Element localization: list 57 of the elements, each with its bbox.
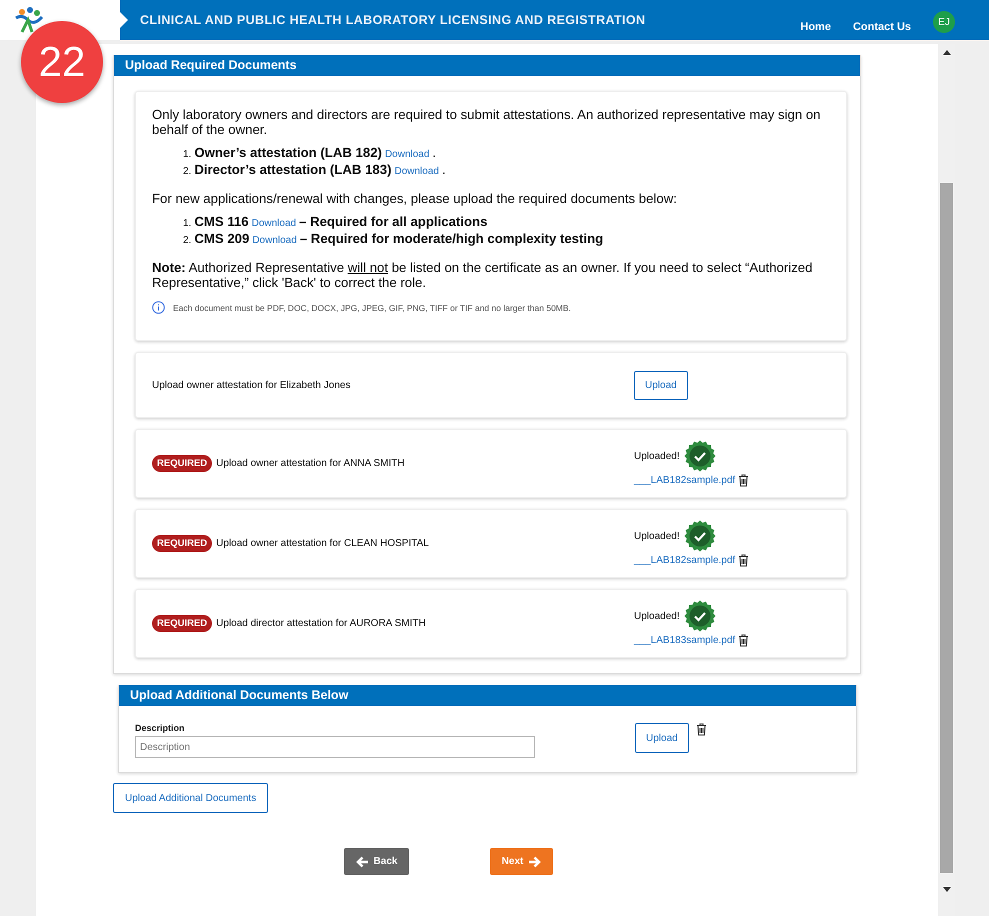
page-title: CLINICAL AND PUBLIC HEALTH LABORATORY LICENSING AND REGISTRATION bbox=[140, 13, 646, 27]
punctuation: . bbox=[442, 162, 446, 177]
back-button[interactable]: Back bbox=[344, 848, 409, 875]
punctuation: . bbox=[432, 145, 436, 160]
trash-icon[interactable] bbox=[738, 634, 750, 647]
note-text: Note: Authorized Representative will not be listed on the certificate as an owner. If you need to select “Authorized Representative,” click 'Back' to correct the role. bbox=[152, 260, 814, 290]
file-link[interactable]: ___LAB182sample.pdf bbox=[634, 475, 736, 486]
section-header: Upload Required Documents bbox=[114, 55, 860, 76]
nav-link[interactable]: Home bbox=[800, 21, 831, 33]
trash-icon[interactable] bbox=[738, 554, 750, 567]
right-arrow-icon bbox=[528, 856, 542, 868]
upload-status: Uploaded! bbox=[634, 530, 680, 542]
requirement-text: – Required for all applications bbox=[299, 214, 488, 229]
section-header: Upload Additional Documents Below bbox=[119, 685, 856, 706]
add-documents-button[interactable]: Upload Additional Documents bbox=[113, 783, 268, 813]
upload-status: Uploaded! bbox=[634, 450, 680, 462]
required-badge: REQUIRED bbox=[152, 455, 212, 472]
user-avatar[interactable]: EJ bbox=[933, 11, 955, 33]
left-arrow-icon bbox=[356, 856, 369, 868]
list-number: 1. bbox=[183, 148, 192, 162]
upload-button[interactable]: Upload bbox=[635, 723, 689, 753]
field-label: Description bbox=[135, 723, 186, 733]
required-badge: REQUIRED bbox=[152, 535, 212, 552]
document-name: CMS 209 bbox=[194, 231, 250, 246]
file-requirements-text: Each document must be PDF, DOC, DOCX, JPG, JPEG, GIF, PNG, TIFF or TIF and no larger than 50MB. bbox=[173, 302, 571, 312]
download-link[interactable]: Download bbox=[252, 216, 296, 231]
download-link[interactable]: Download bbox=[384, 147, 430, 162]
list-number: 1. bbox=[183, 217, 192, 231]
file-link[interactable]: ___LAB182sample.pdf bbox=[634, 555, 736, 566]
document-name: Director’s attestation (LAB 183) bbox=[194, 162, 392, 177]
description-field[interactable]: Description bbox=[135, 736, 535, 758]
upload-label: Upload owner attestation for CLEAN HOSPITAL bbox=[216, 538, 429, 549]
upload-label: Upload owner attestation for Elizabeth Jones bbox=[152, 380, 350, 390]
trash-icon[interactable] bbox=[738, 474, 750, 487]
document-name: CMS 116 bbox=[194, 214, 249, 229]
nav-link[interactable]: Contact Us bbox=[852, 21, 911, 33]
instruction-text: For new applications/renewal with changes, please upload the required documents below: bbox=[152, 191, 678, 206]
check-seal-icon bbox=[684, 520, 716, 552]
trash-icon[interactable] bbox=[696, 723, 707, 736]
document-name: Owner’s attestation (LAB 182) bbox=[194, 145, 382, 160]
file-link[interactable]: ___LAB183sample.pdf bbox=[634, 635, 736, 646]
upload-status: Uploaded! bbox=[634, 610, 680, 622]
people-logo-icon bbox=[14, 6, 44, 34]
download-link[interactable]: Download bbox=[394, 164, 439, 179]
upload-button[interactable]: Upload bbox=[634, 370, 688, 400]
check-seal-icon bbox=[684, 600, 716, 632]
intro-text: Only laboratory owners and directors are required to submit attestations. An authorized representative may sign on behalf of the owner. bbox=[152, 107, 822, 137]
check-seal-icon bbox=[684, 440, 716, 472]
next-button[interactable]: Next bbox=[490, 848, 553, 875]
upload-label: Upload director attestation for AURORA SMITH bbox=[216, 618, 426, 629]
list-number: 2. bbox=[183, 234, 192, 248]
list-number: 2. bbox=[183, 165, 192, 179]
upload-label: Upload owner attestation for ANNA SMITH bbox=[216, 458, 405, 469]
required-badge: REQUIRED bbox=[152, 615, 212, 632]
requirement-text: – Required for moderate/high complexity testing bbox=[300, 231, 604, 246]
download-link[interactable]: Download bbox=[252, 233, 297, 248]
info-icon bbox=[152, 301, 165, 314]
